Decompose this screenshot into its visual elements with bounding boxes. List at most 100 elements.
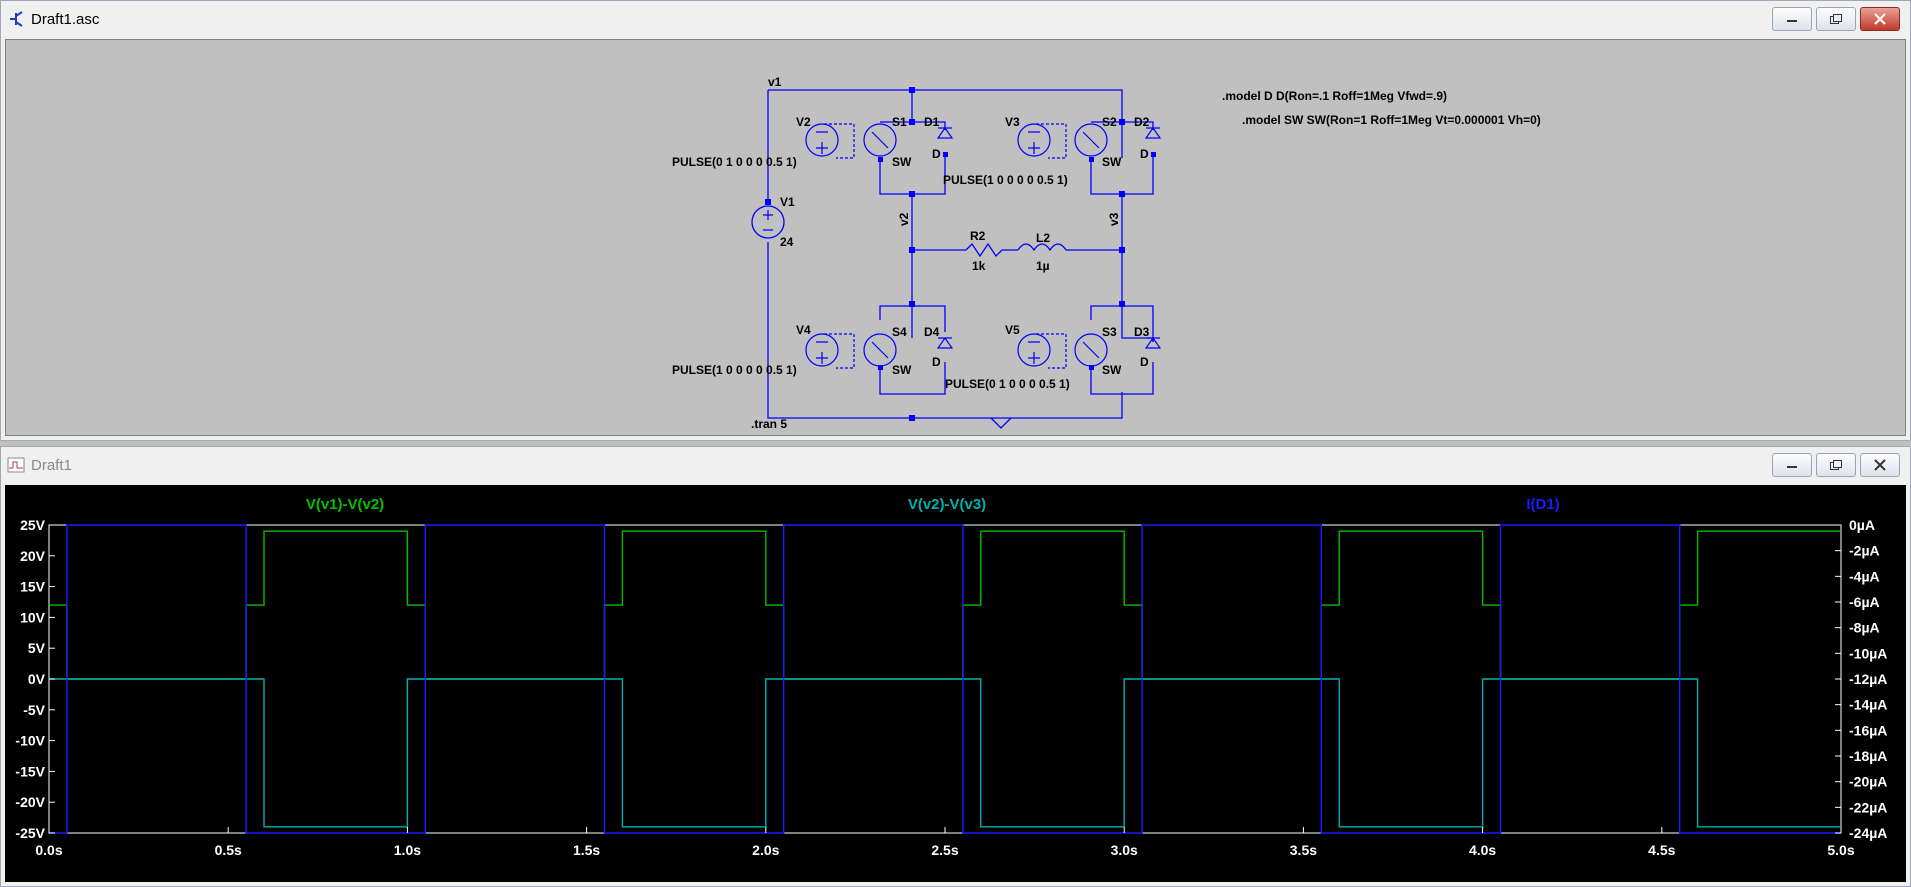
label-s4-model: SW (892, 363, 912, 377)
x-tick-label: 5.0s (1827, 842, 1854, 858)
label-l2-value: 1µ (1036, 259, 1050, 273)
label-s2-name: S2 (1102, 115, 1117, 129)
label-d3-model: D (1140, 355, 1149, 369)
minimize-icon (1787, 466, 1797, 468)
waveform-minimize-button[interactable] (1772, 453, 1812, 477)
y-right-tick-label: -22µA (1849, 799, 1887, 815)
x-tick-label: 1.5s (573, 842, 600, 858)
y-left-tick-label: -10V (15, 733, 45, 749)
label-s4-name: S4 (892, 325, 907, 339)
restore-icon (1830, 14, 1842, 24)
y-left-tick-label: -25V (15, 825, 45, 841)
waveform-icon (7, 457, 25, 473)
x-tick-label: 0.0s (35, 842, 62, 858)
schematic-drawing[interactable]: v1 v2 v3 V1 24 V2 PULSE(0 1 0 0 0 0.5 1)… (6, 40, 1906, 436)
label-d4-model: D (932, 355, 941, 369)
waveform-maximize-button[interactable] (1816, 453, 1856, 477)
minimize-icon (1787, 20, 1797, 22)
series-label-0[interactable]: V(v1)-V(v2) (306, 496, 384, 513)
source-v1[interactable] (751, 205, 785, 239)
label-r2-value: 1k (972, 259, 986, 273)
label-d2-model: D (1140, 147, 1149, 161)
resistor-r2[interactable] (965, 242, 1018, 258)
schematic-labels: v1 v2 v3 V1 24 V2 PULSE(0 1 0 0 0 0.5 1)… (672, 75, 1541, 431)
y-right-tick-label: -6µA (1849, 594, 1880, 610)
y-left-tick-label: -20V (15, 794, 45, 810)
y-right-tick-label: -20µA (1849, 774, 1887, 790)
label-v5-name: V5 (1005, 323, 1020, 337)
waveform-window[interactable]: Draft1 V(v1)-V(v2) V(v2)-V(v3) I(D1) 0.0s 0.… (0, 446, 1911, 887)
waveform-plot-area[interactable]: V(v1)-V(v2) V(v2)-V(v3) I(D1) 0.0s 0.5s 1.0s 1… (5, 485, 1906, 882)
junctions (765, 87, 1156, 421)
schematic-titlebar[interactable]: Draft1.asc (1, 1, 1910, 37)
waveform-close-button[interactable] (1860, 453, 1900, 477)
y-left-tick-label: 10V (20, 609, 46, 625)
series-label-1[interactable]: V(v2)-V(v3) (908, 496, 986, 513)
label-d2-name: D2 (1134, 115, 1150, 129)
x-tick-label: 3.5s (1290, 842, 1317, 858)
label-l2-name: L2 (1036, 231, 1050, 245)
y-left-tick-label: 5V (28, 640, 46, 656)
label-v2-name: V2 (796, 115, 811, 129)
net-label-v1: v1 (768, 75, 782, 89)
label-s1-name: S1 (892, 115, 907, 129)
maximize-button[interactable] (1816, 7, 1856, 31)
waveform-title: Draft1 (31, 456, 72, 474)
y-right-tick-label: -4µA (1849, 568, 1880, 584)
y-right-tick-label: -14µA (1849, 697, 1887, 713)
x-tick-label: 3.0s (1111, 842, 1138, 858)
y-left-tick-label: 15V (20, 579, 46, 595)
close-button[interactable] (1860, 7, 1900, 31)
label-v5-value: PULSE(0 1 0 0 0 0.5 1) (945, 377, 1070, 391)
y-left-tick-label: 25V (20, 517, 46, 533)
y-right-tick-label: -24µA (1849, 825, 1887, 841)
y-left-tick-label: -15V (15, 763, 45, 779)
restore-icon (1830, 460, 1842, 470)
model-sw-directive: .model SW SW(Ron=1 Roff=1Meg Vt=0.000001… (1242, 113, 1541, 127)
minimize-button[interactable] (1772, 7, 1812, 31)
x-tick-label: 4.0s (1469, 842, 1496, 858)
y-right-tick-label: 0µA (1849, 517, 1875, 533)
label-v2-value: PULSE(0 1 0 0 0 0.5 1) (672, 155, 797, 169)
label-v3-value: PULSE(1 0 0 0 0 0.5 1) (943, 173, 1068, 187)
y-right-tick-label: -8µA (1849, 620, 1880, 636)
ltspice-icon (10, 11, 23, 27)
label-v3-name: V3 (1005, 115, 1020, 129)
label-v4-name: V4 (796, 323, 811, 337)
x-tick-label: 2.5s (931, 842, 958, 858)
series-label-2[interactable]: I(D1) (1526, 496, 1559, 513)
series-line-1 (49, 678, 1841, 828)
label-r2-name: R2 (970, 229, 986, 243)
label-d4-name: D4 (924, 325, 940, 339)
x-tick-label: 0.5s (215, 842, 242, 858)
label-v4-value: PULSE(1 0 0 0 0 0.5 1) (672, 363, 797, 377)
x-tick-label: 1.0s (394, 842, 421, 858)
y-right-tick-label: -18µA (1849, 748, 1887, 764)
x-tick-label: 4.5s (1648, 842, 1675, 858)
waveform-chart[interactable]: V(v1)-V(v2) V(v2)-V(v3) I(D1) 0.0s 0.5s 1.0s 1… (5, 485, 1908, 884)
y-right-tick-label: -2µA (1849, 543, 1880, 559)
label-d1-name: D1 (924, 115, 940, 129)
y-left-tick-label: -5V (23, 702, 45, 718)
schematic-canvas[interactable]: v1 v2 v3 V1 24 V2 PULSE(0 1 0 0 0 0.5 1)… (5, 39, 1906, 436)
label-s2-model: SW (1102, 155, 1122, 169)
close-icon (1874, 459, 1886, 471)
label-s3-name: S3 (1102, 325, 1117, 339)
net-label-v3: v3 (1107, 212, 1121, 226)
net-label-v2: v2 (897, 212, 911, 226)
tran-directive: .tran 5 (751, 417, 787, 431)
label-d1-model: D (932, 147, 941, 161)
x-tick-label: 2.0s (752, 842, 779, 858)
close-icon (1874, 13, 1886, 25)
label-s3-model: SW (1102, 363, 1122, 377)
y-left-tick-label: 0V (28, 671, 46, 687)
schematic-window[interactable]: Draft1.asc v1 v2 v3 V1 24 V2 PULSE(0 1 0… (0, 0, 1911, 441)
y-left-tick-label: 20V (20, 548, 46, 564)
label-d3-name: D3 (1134, 325, 1150, 339)
waveform-titlebar[interactable]: Draft1 (1, 447, 1910, 483)
label-v1-name: V1 (780, 195, 795, 209)
y-right-tick-label: -16µA (1849, 722, 1887, 738)
series-line-0 (49, 530, 1841, 680)
label-s1-model: SW (892, 155, 912, 169)
schematic-title: Draft1.asc (31, 10, 100, 28)
